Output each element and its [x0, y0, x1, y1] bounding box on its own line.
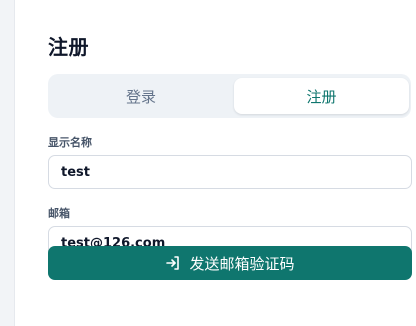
left-gutter	[0, 0, 14, 326]
display-name-label: 显示名称	[48, 136, 92, 149]
submit-label: 发送邮箱验证码	[189, 254, 295, 273]
email-label: 邮箱	[48, 207, 70, 220]
register-card: 注册 登录 注册 显示名称 邮箱 发送邮箱验证码	[14, 0, 416, 326]
login-arrow-icon	[165, 255, 181, 271]
auth-tabs: 登录 注册	[48, 74, 411, 118]
tab-login[interactable]: 登录	[52, 78, 230, 114]
display-name-input[interactable]	[48, 155, 412, 189]
tab-register[interactable]: 注册	[234, 78, 409, 114]
page-title: 注册	[48, 35, 89, 59]
send-verification-code-button[interactable]: 发送邮箱验证码	[48, 246, 412, 280]
